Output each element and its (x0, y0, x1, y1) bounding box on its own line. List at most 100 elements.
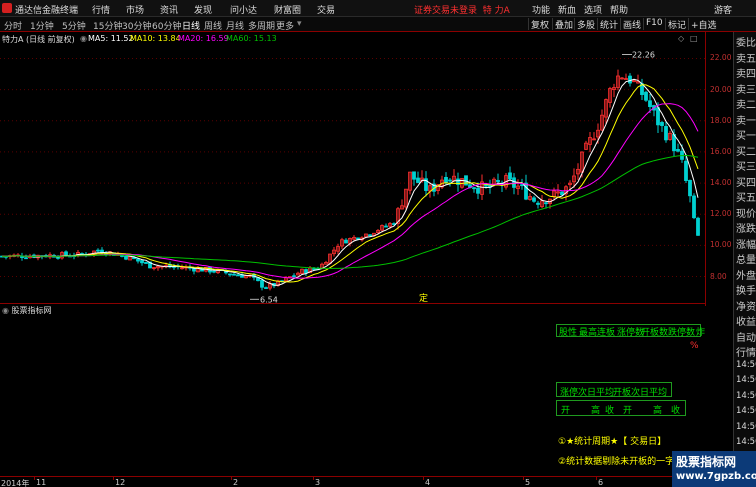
side-panel-item[interactable]: 14:50 (736, 375, 756, 385)
candle-body (264, 287, 268, 289)
period-more[interactable]: 更多 (276, 19, 294, 32)
menu-wealth[interactable]: 财富圈 (274, 3, 301, 16)
settings-icon[interactable]: ◉ (80, 34, 87, 43)
menu-functions[interactable]: 功能 (532, 3, 550, 16)
candle-body (496, 179, 500, 183)
period-1min[interactable]: 1分钟 (30, 19, 54, 32)
menu-quotes[interactable]: 行情 (92, 3, 110, 16)
side-panel-item[interactable]: 卖二 (736, 96, 756, 111)
period-30min[interactable]: 30分钟 (122, 19, 151, 32)
period-60min[interactable]: 60分钟 (152, 19, 181, 32)
period-monthly[interactable]: 月线 (226, 19, 244, 32)
period-weekly[interactable]: 周线 (204, 19, 222, 32)
candle-body (416, 177, 420, 183)
period-5min[interactable]: 5分钟 (62, 19, 86, 32)
menu-new[interactable]: 新血 (558, 3, 576, 16)
candle-body (212, 270, 216, 273)
period-toolbar: 分时 1分钟 5分钟 15分钟 30分钟 60分钟 日线 周线 月线 多周期 更… (0, 17, 756, 32)
ohlc-close-1: 收 (605, 406, 615, 416)
menu-help[interactable]: 帮助 (610, 3, 628, 16)
side-panel-item[interactable]: 净资 (736, 298, 756, 313)
side-panel-item[interactable]: 卖三 (736, 81, 756, 96)
side-panel-item[interactable]: 14:50 (736, 437, 756, 447)
header-col-blast: 炸 (696, 328, 706, 338)
side-panel-item[interactable]: 涨跌 (736, 220, 756, 235)
price-tick-label: 12.00 (710, 209, 732, 219)
side-panel-item[interactable]: 行情 (736, 344, 756, 359)
add-favorite-button[interactable]: +自选 (688, 18, 719, 31)
overlay-button[interactable]: 叠加 (552, 18, 575, 31)
side-panel-item[interactable]: 卖一 (736, 112, 756, 127)
side-panel-item[interactable]: 买一 (736, 127, 756, 142)
watermark-logo: 股票指标网 www.7gpzb.com (672, 451, 756, 487)
ohlc-high-1: 高 (591, 406, 601, 416)
side-panel-item[interactable]: 买五 (736, 189, 756, 204)
side-panel-item[interactable]: 卖四 (736, 65, 756, 80)
candle-body (228, 273, 232, 276)
candle-body (508, 172, 512, 180)
multi-stock-button[interactable]: 多股 (574, 18, 597, 31)
side-panel-item[interactable]: 14:50 (736, 360, 756, 370)
side-panel-item[interactable]: 自动 (736, 329, 756, 344)
f10-button[interactable]: F10 (643, 18, 665, 30)
side-panel-item[interactable]: 外盘 (736, 267, 756, 282)
period-intraday[interactable]: 分时 (4, 19, 22, 32)
period-multi[interactable]: 多周期 (248, 19, 275, 32)
stats-avg-row: 涨停次日平均 开板次日平均 (556, 382, 672, 398)
side-panel-item[interactable]: 涨幅 (736, 236, 756, 251)
menu-ask[interactable]: 问小达 (230, 3, 257, 16)
candle-body (628, 75, 632, 84)
side-panel-item[interactable]: 14:50 (736, 406, 756, 416)
app-logo-icon (2, 3, 12, 13)
side-panel-item[interactable]: 总量 (736, 251, 756, 266)
candle-body (124, 255, 128, 260)
indicator-settings-icon[interactable]: ◉ (2, 306, 9, 315)
period-15min[interactable]: 15分钟 (93, 19, 122, 32)
date-tick-label: 11 (36, 478, 47, 487)
price-tick-label: 22.00 (710, 53, 732, 63)
candle-body (292, 275, 296, 278)
candle-body (368, 234, 372, 237)
menu-options[interactable]: 选项 (584, 3, 602, 16)
maximize-icon[interactable]: □ (690, 34, 698, 43)
date-tick-label: 2 (233, 478, 239, 487)
side-panel-item[interactable]: 换手 (736, 282, 756, 297)
candle-body (24, 257, 28, 260)
stats-button[interactable]: 统计 (597, 18, 620, 31)
candle-body (684, 160, 688, 181)
candle-body (476, 187, 480, 194)
candle-body (412, 171, 416, 180)
ohlc-open-1: 开 (561, 406, 571, 416)
guest-label[interactable]: 游客 (714, 3, 732, 16)
menu-discover[interactable]: 发现 (194, 3, 212, 16)
candle-body (644, 91, 648, 101)
side-panel-item[interactable]: 卖五 (736, 50, 756, 65)
draw-button[interactable]: 画线 (620, 18, 643, 31)
side-panel-item[interactable]: 买二 (736, 143, 756, 158)
stats-header-row: 股性 最高连板 涨停数 开板数 跌停数 炸 (556, 324, 705, 338)
side-panel-item[interactable]: 14:50 (736, 391, 756, 401)
stock-label: 特力A (日线 前复权) (2, 35, 75, 44)
minimize-icon[interactable]: ◇ (678, 34, 684, 43)
ohlc-high-2: 高 (653, 406, 663, 416)
more-chevron-icon[interactable]: ▾ (297, 19, 302, 29)
login-notice[interactable]: 证券交易未登录 特 力A (414, 3, 510, 16)
side-panel-item[interactable]: 现价 (736, 205, 756, 220)
mark-button[interactable]: 标记 (665, 18, 688, 31)
menu-market[interactable]: 市场 (126, 3, 144, 16)
side-panel-item[interactable]: 委比 (736, 34, 756, 49)
menu-news[interactable]: 资讯 (160, 3, 178, 16)
adjust-button[interactable]: 复权 (528, 18, 551, 31)
candle-body (692, 195, 696, 219)
side-panel-item[interactable]: 买三 (736, 158, 756, 173)
side-panel-item[interactable]: 买四 (736, 174, 756, 189)
period-daily[interactable]: 日线 (182, 19, 200, 32)
candle-body (560, 191, 564, 196)
candle-body (120, 255, 124, 257)
side-panel-item[interactable]: 收益 (736, 313, 756, 328)
candlestick-chart[interactable]: 22.26 6.54 定 (0, 46, 705, 303)
side-panel-item[interactable]: 14:50 (736, 422, 756, 432)
ohlc-close-2: 收 (671, 406, 681, 416)
date-tick-label: 4 (425, 478, 431, 487)
menu-trade[interactable]: 交易 (317, 3, 335, 16)
